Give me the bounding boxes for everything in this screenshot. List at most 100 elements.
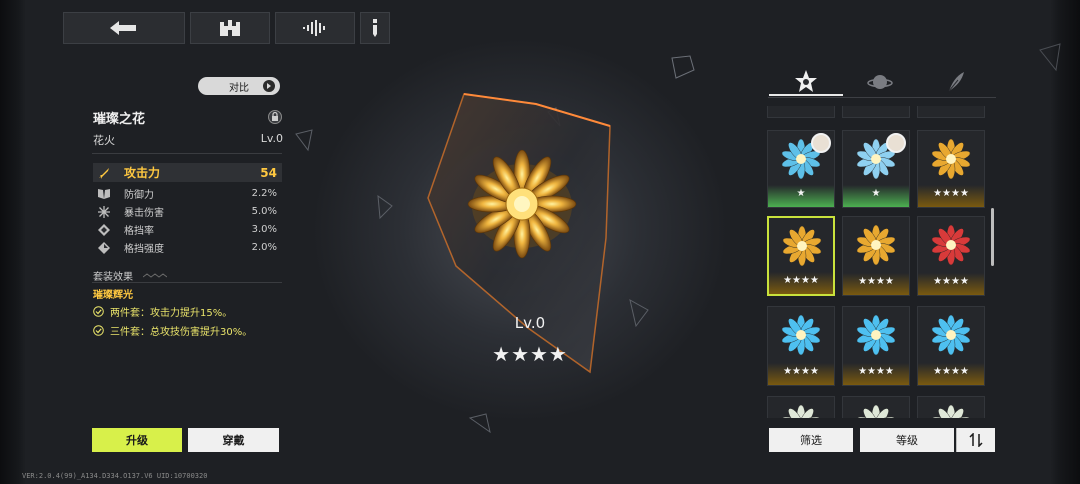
item-slot[interactable]: ★★★★	[842, 216, 910, 296]
item-star-rating: ★★★★	[858, 276, 894, 287]
item-star-rating: ★★★★	[783, 366, 819, 377]
chevron-right-icon	[263, 80, 275, 92]
item-slot-partial[interactable]	[842, 106, 910, 118]
flower-item-icon	[781, 405, 821, 418]
sort-order-icon	[969, 433, 983, 447]
castle-button[interactable]	[190, 12, 270, 44]
item-star-rating: ★★★★	[783, 275, 819, 286]
item-slot[interactable]	[842, 396, 910, 418]
flower-item-icon	[781, 315, 821, 355]
item-slot[interactable]: ★	[767, 130, 835, 208]
flower-item-icon	[856, 225, 896, 265]
sub-stat-value: 5.0%	[251, 206, 277, 217]
flower-item-icon	[931, 139, 971, 179]
main-stat-row: 攻击力 54	[93, 163, 282, 182]
check-circle-icon	[93, 305, 104, 317]
item-slot[interactable]: ★★★★	[917, 130, 985, 208]
check-circle-icon	[93, 324, 104, 336]
info-icon	[373, 19, 377, 37]
tab-flower[interactable]	[769, 68, 843, 96]
item-star-rating: ★★★★	[933, 188, 969, 199]
item-name: 璀璨之花	[93, 112, 146, 127]
info-button[interactable]	[360, 12, 390, 44]
planet-icon	[867, 75, 893, 89]
crystal-artwork	[427, 93, 611, 374]
sub-stat-name: 格挡率	[124, 226, 154, 237]
item-star-rating: ★	[796, 188, 806, 199]
item-star-rating: ★★★★	[933, 366, 969, 377]
item-slot[interactable]: ★★★★	[767, 306, 835, 386]
burst-icon	[96, 205, 112, 219]
set-bonus-text: 三件套：总攻技伤害提升30%。	[110, 326, 253, 338]
castle-icon	[220, 20, 240, 36]
item-slot[interactable]: ★★★★	[917, 216, 985, 296]
block-icon	[96, 223, 112, 237]
item-type: 花火	[93, 134, 115, 147]
divider	[92, 282, 282, 283]
item-slot[interactable]	[917, 396, 985, 418]
item-slot-partial[interactable]	[767, 106, 835, 118]
waveform-icon	[303, 20, 325, 36]
flower-icon	[795, 70, 817, 92]
sub-stat-name: 防御力	[124, 190, 154, 201]
item-slot[interactable]	[767, 396, 835, 418]
main-stat-name: 攻击力	[124, 166, 161, 180]
feather-icon	[948, 72, 964, 92]
lock-icon[interactable]	[268, 110, 282, 124]
back-arrow-icon	[110, 21, 136, 35]
sword-icon	[96, 166, 112, 180]
sort-order-button[interactable]	[956, 428, 995, 452]
item-slot[interactable]: ★★★★	[917, 306, 985, 386]
item-level-display: Lv.0	[514, 314, 546, 332]
character-avatar	[811, 133, 831, 153]
divider	[92, 153, 282, 154]
title-decor	[143, 273, 167, 278]
item-star-rating: ★	[871, 188, 881, 199]
item-star-rating: ★★★★	[858, 366, 894, 377]
set-name: 璀璨辉光	[93, 290, 133, 301]
sub-stat-row: 防御力 2.2%	[93, 184, 282, 203]
sub-stat-value: 2.0%	[251, 242, 277, 253]
sub-stat-row: 格挡强度 2.0%	[93, 238, 282, 257]
sub-stat-row: 格挡率 3.0%	[93, 220, 282, 239]
back-button[interactable]	[63, 12, 185, 44]
set-bonus-three: 三件套：总攻技伤害提升30%。	[93, 323, 253, 338]
item-star-rating: ★★★★	[933, 276, 969, 287]
compare-label: 对比	[229, 82, 249, 94]
filter-button[interactable]: 筛选	[769, 428, 853, 452]
upgrade-button[interactable]: 升级	[92, 428, 182, 452]
sub-stat-row: 暴击伤害 5.0%	[93, 202, 282, 221]
book-icon	[96, 187, 112, 201]
item-level: Lv.0	[260, 132, 283, 145]
grid-scrollbar[interactable]	[991, 208, 994, 266]
flower-item-icon	[856, 405, 896, 418]
compare-button[interactable]: 对比	[198, 77, 280, 95]
equipment-screen: 对比 璀璨之花 花火 Lv.0 攻击力 54 防御力 2.2% 暴击伤害 5.0…	[0, 0, 1080, 484]
flower-item-icon	[931, 315, 971, 355]
character-avatar	[886, 133, 906, 153]
set-bonus-text: 两件套：攻击力提升15%。	[110, 307, 233, 319]
waveform-button[interactable]	[275, 12, 355, 44]
flower-item-icon	[782, 226, 822, 266]
block-strength-icon	[96, 241, 112, 255]
item-slot-selected[interactable]: ★★★★	[767, 216, 835, 296]
item-grid: ★ ★ ★★★★ ★★★★ ★★★★ ★★★★ ★★★★ ★★★★ ★★★★	[765, 106, 987, 418]
sub-stat-value: 2.2%	[251, 188, 277, 199]
item-slot[interactable]: ★★★★	[842, 306, 910, 386]
main-stat-value: 54	[260, 165, 277, 180]
version-text: VER:2.0.4(99)_A134.D334.O137.V6 UID:1070…	[22, 472, 208, 480]
sort-by-level-button[interactable]: 等级	[860, 428, 954, 452]
flower-item-icon	[931, 225, 971, 265]
set-effect-title: 套装效果	[93, 272, 133, 283]
sub-stat-name: 暴击伤害	[124, 208, 164, 219]
sub-stat-value: 3.0%	[251, 224, 277, 235]
item-slot-partial[interactable]	[917, 106, 985, 118]
tab-feather[interactable]	[919, 68, 993, 96]
equip-button[interactable]: 穿戴	[188, 428, 279, 452]
tab-underline	[768, 97, 996, 98]
star-rating: ★★★★	[492, 342, 568, 366]
sub-stat-name: 格挡强度	[124, 244, 164, 255]
item-slot[interactable]: ★	[842, 130, 910, 208]
set-bonus-two: 两件套：攻击力提升15%。	[93, 304, 233, 319]
tab-planet[interactable]	[843, 68, 917, 96]
